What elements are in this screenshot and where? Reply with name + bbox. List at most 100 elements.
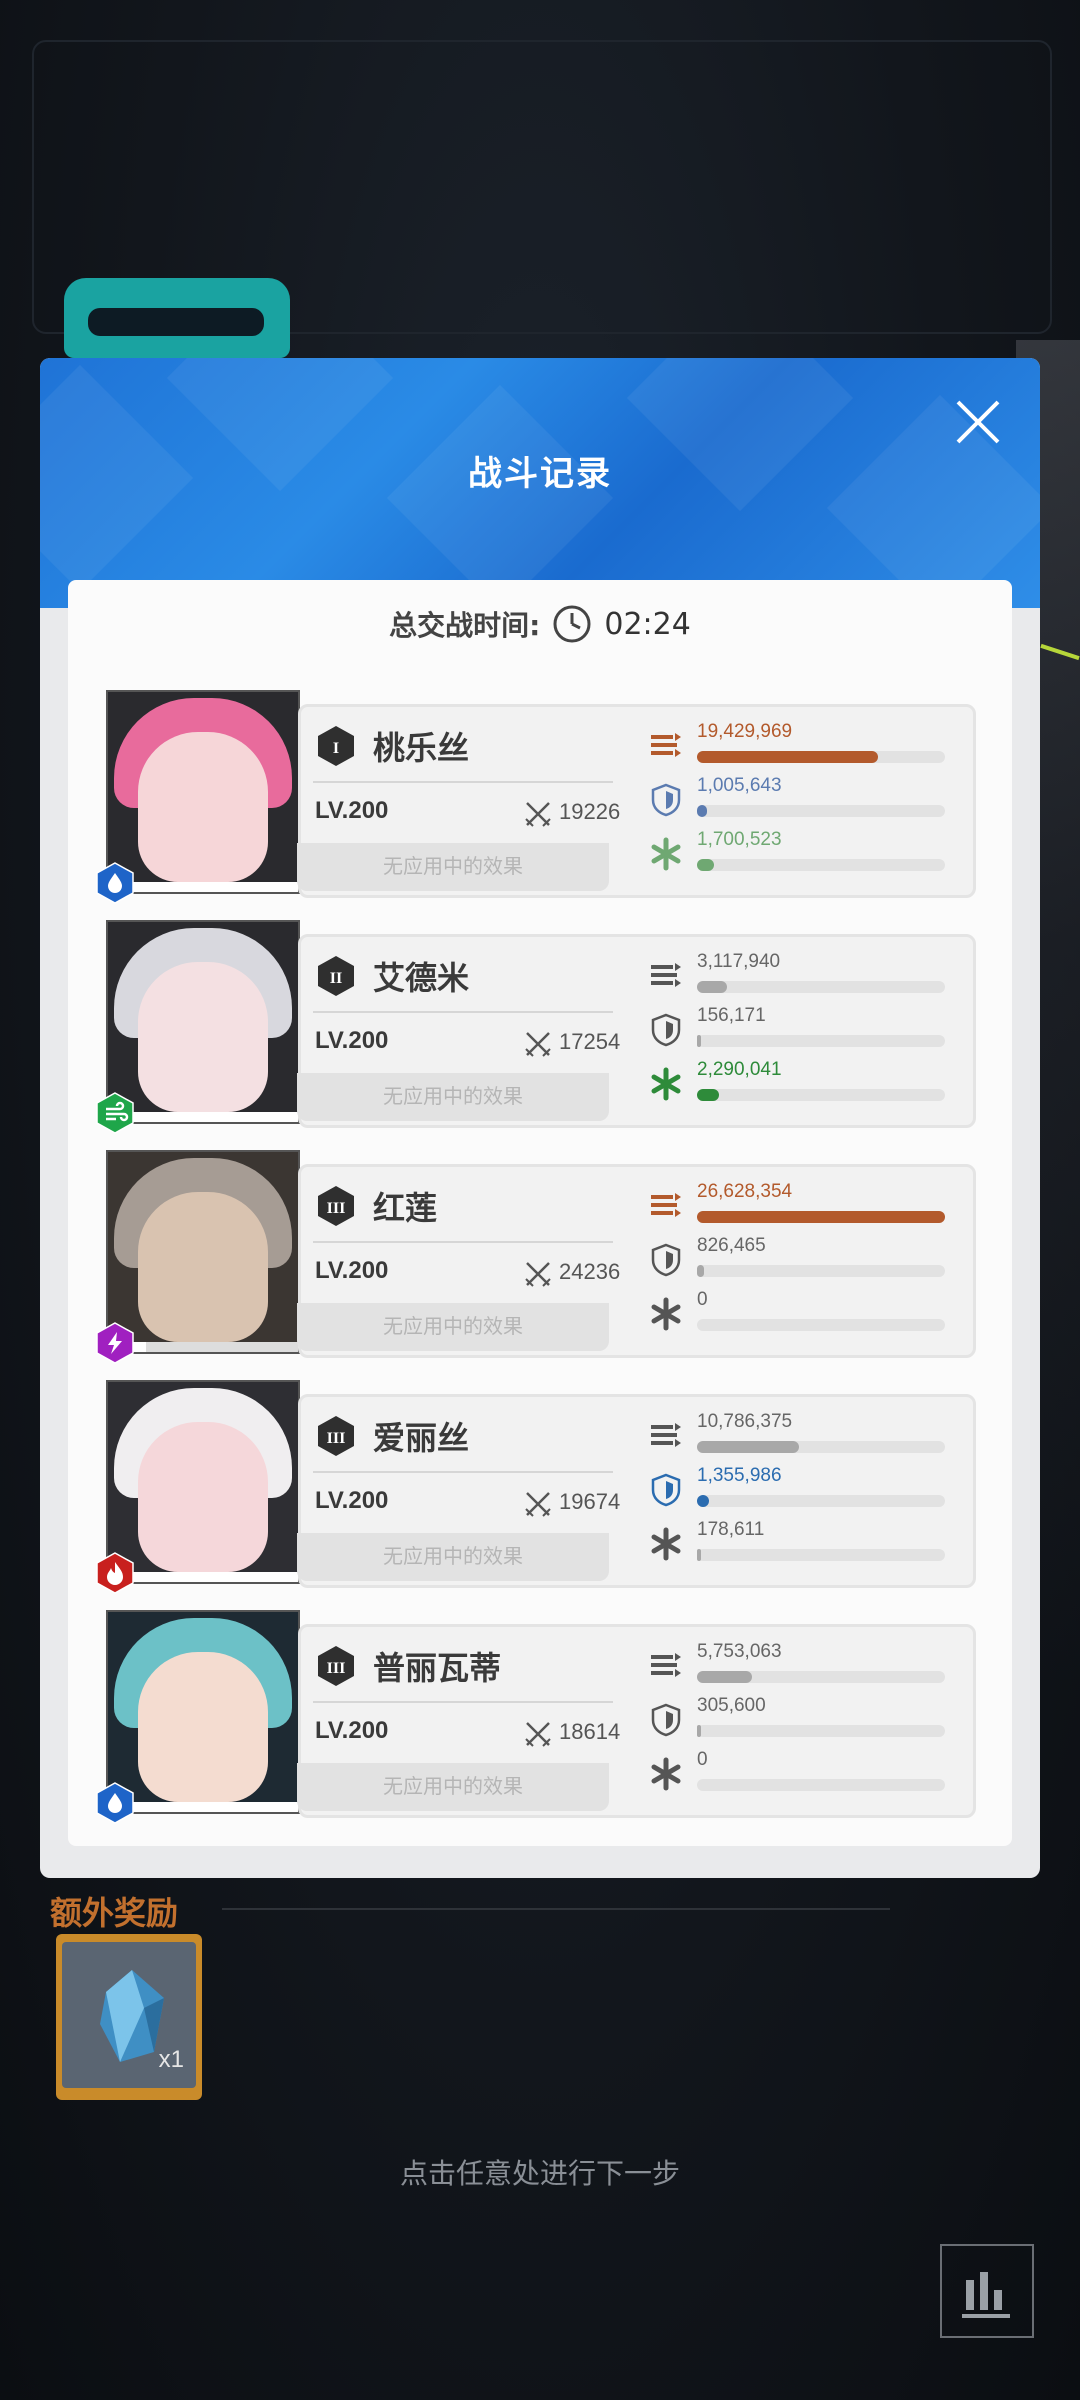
defense-stat: 826,465	[649, 1235, 949, 1283]
character-entry[interactable]: III 爱丽丝 LV.200 19674 无应用中的效果 10,786,375 …	[96, 1380, 976, 1594]
character-entry[interactable]: III 普丽瓦蒂 LV.200 18614 无应用中的效果 5,753,063 …	[96, 1610, 976, 1824]
shield-icon	[651, 1473, 681, 1507]
damage-icon	[651, 733, 681, 757]
defense-bar	[697, 1265, 705, 1277]
active-effect-status: 无应用中的效果	[297, 1303, 609, 1351]
electric-element-icon	[96, 1322, 134, 1364]
combat-power: 24236	[559, 1259, 621, 1284]
active-effect-status: 无应用中的效果	[297, 1763, 609, 1811]
combat-power: 18614	[559, 1719, 621, 1744]
heal-icon	[651, 1297, 681, 1331]
statistics-button[interactable]	[940, 2244, 1034, 2338]
total-time-value: 02:24	[604, 606, 691, 642]
burst-rank: III	[327, 1430, 346, 1447]
character-level: LV.200	[315, 1717, 389, 1744]
character-level: LV.200	[315, 1257, 389, 1284]
shield-icon	[651, 1703, 681, 1737]
damage-bar	[697, 1211, 945, 1223]
burst-rank-icon: II	[318, 956, 354, 996]
close-button[interactable]	[952, 396, 1004, 448]
heal-icon	[651, 1527, 681, 1561]
total-time-label: 总交战时间:	[389, 609, 541, 642]
defense-value: 1,355,986	[697, 1465, 782, 1486]
heal-value: 2,290,041	[697, 1059, 782, 1080]
heal-icon	[651, 1067, 681, 1101]
damage-icon	[651, 1653, 681, 1677]
character-entry[interactable]: III 红莲 LV.200 24236 无应用中的效果 26,628,354 8…	[96, 1150, 976, 1364]
character-info: III 普丽瓦蒂 LV.200 18614 无应用中的效果 5,753,063 …	[297, 1624, 976, 1818]
battle-record-card: 总交战时间: 02:24 I 桃乐丝 LV.200 19226 无应用中的效果 …	[68, 580, 1012, 1846]
combat-power: 19674	[559, 1489, 621, 1514]
burst-rank-icon: III	[318, 1416, 354, 1456]
defense-bar	[697, 805, 707, 817]
character-info: III 爱丽丝 LV.200 19674 无应用中的效果 10,786,375 …	[297, 1394, 976, 1588]
heal-stat: 1,700,523	[649, 829, 949, 877]
damage-icon	[651, 1193, 681, 1217]
water-element-icon	[96, 1782, 134, 1824]
burst-rank-icon: III	[318, 1186, 354, 1226]
heal-stat: 2,290,041	[649, 1059, 949, 1107]
burst-rank-icon: III	[318, 1646, 354, 1686]
panel-header: 战斗记录	[40, 358, 1040, 622]
battle-record-panel: 战斗记录 总交战时间: 02:24 I 桃乐丝 LV.200 19226 无应用…	[40, 358, 1040, 1878]
continue-hint[interactable]: 点击任意处进行下一步	[0, 2152, 1080, 2192]
defense-bar	[697, 1725, 701, 1737]
character-name: 桃乐丝	[373, 729, 470, 767]
damage-bar	[697, 751, 879, 763]
defense-value: 826,465	[697, 1235, 766, 1256]
active-effect-status: 无应用中的效果	[297, 1073, 609, 1121]
crossed-swords-icon	[525, 1722, 551, 1747]
damage-value: 19,429,969	[697, 721, 793, 742]
damage-bar	[697, 1671, 752, 1683]
heal-bar	[697, 1549, 701, 1561]
bonus-reward-item[interactable]: x1	[56, 1934, 202, 2100]
damage-value: 5,753,063	[697, 1641, 782, 1662]
bonus-quantity: x1	[158, 2046, 184, 2073]
character-entry[interactable]: II 艾德米 LV.200 17254 无应用中的效果 3,117,940 15…	[96, 920, 976, 1134]
heal-icon	[651, 1757, 681, 1791]
panel-title: 战斗记录	[468, 454, 612, 494]
damage-stat: 26,628,354	[649, 1181, 949, 1229]
water-element-icon	[96, 862, 134, 904]
heal-bar	[697, 859, 715, 871]
defense-value: 305,600	[697, 1695, 766, 1716]
character-info: I 桃乐丝 LV.200 19226 无应用中的效果 19,429,969 1,…	[297, 704, 976, 898]
damage-value: 3,117,940	[697, 951, 781, 972]
wind-element-icon	[96, 1092, 134, 1134]
character-name: 爱丽丝	[373, 1419, 470, 1457]
character-entry[interactable]: I 桃乐丝 LV.200 19226 无应用中的效果 19,429,969 1,…	[96, 690, 976, 904]
heal-value: 0	[697, 1749, 708, 1770]
background-tab-decoration	[64, 278, 290, 358]
crossed-swords-icon	[525, 1032, 551, 1057]
burst-rank: II	[330, 970, 342, 987]
heal-bar	[697, 1089, 720, 1101]
bar-chart-icon	[962, 2272, 1010, 2318]
heal-stat: 178,611	[649, 1519, 949, 1567]
damage-bar	[697, 1441, 799, 1453]
heal-icon	[651, 837, 681, 871]
shield-icon	[651, 1243, 681, 1277]
active-effect-status: 无应用中的效果	[297, 843, 609, 891]
defense-value: 1,005,643	[697, 775, 782, 796]
crossed-swords-icon	[525, 802, 551, 827]
damage-value: 26,628,354	[697, 1181, 793, 1202]
defense-stat: 305,600	[649, 1695, 949, 1743]
character-name: 艾德米	[373, 959, 470, 997]
damage-stat: 3,117,940	[649, 951, 949, 999]
character-level: LV.200	[315, 1027, 389, 1054]
damage-icon	[651, 963, 681, 987]
heal-value: 1,700,523	[697, 829, 782, 850]
crossed-swords-icon	[525, 1492, 551, 1517]
clock-icon	[553, 605, 591, 643]
defense-value: 156,171	[697, 1005, 766, 1026]
damage-value: 10,786,375	[697, 1411, 793, 1432]
character-name: 红莲	[373, 1189, 438, 1227]
burst-rank: III	[327, 1200, 346, 1217]
defense-bar	[697, 1035, 701, 1047]
defense-stat: 156,171	[649, 1005, 949, 1053]
character-info: II 艾德米 LV.200 17254 无应用中的效果 3,117,940 15…	[297, 934, 976, 1128]
bonus-reward-title: 额外奖励	[50, 1894, 179, 1932]
active-effect-status: 无应用中的效果	[297, 1533, 609, 1581]
heal-value: 0	[697, 1289, 708, 1310]
character-info: III 红莲 LV.200 24236 无应用中的效果 26,628,354 8…	[297, 1164, 976, 1358]
